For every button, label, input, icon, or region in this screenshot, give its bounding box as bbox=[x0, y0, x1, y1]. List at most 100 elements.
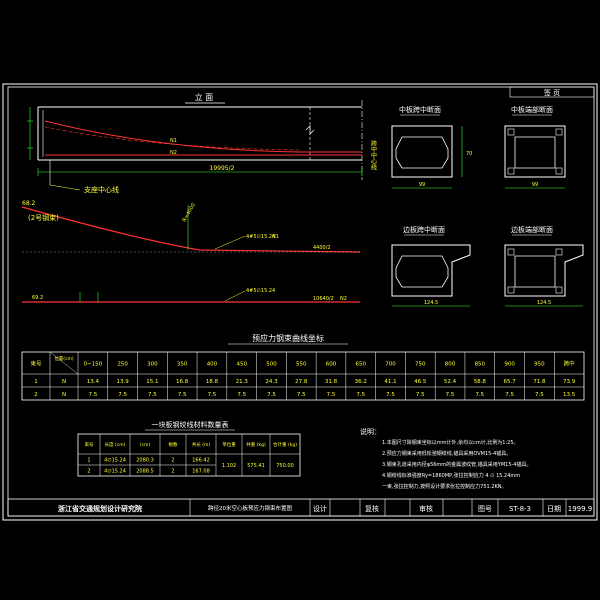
section-2-anchor-2 bbox=[555, 128, 563, 136]
coord-table-header-cell: 800 bbox=[445, 362, 456, 368]
steel-table-cell: 2080.3 bbox=[136, 458, 154, 464]
coord-table-header-cell: 400 bbox=[207, 362, 218, 368]
drawing-no: ST-8-3 bbox=[509, 505, 531, 513]
institute-name: 浙江省交通规划设计研究院 bbox=[58, 504, 142, 513]
elevation-title: 立 面 bbox=[195, 92, 214, 102]
detail1-value-3: 4#5∅15.24 bbox=[246, 234, 275, 240]
coord-table-cell: 7.5 bbox=[297, 392, 306, 398]
coord-table-header-cell: 450 bbox=[236, 362, 247, 368]
section-3-width: 124.5 bbox=[424, 300, 438, 306]
date-label: 日期 bbox=[547, 505, 561, 513]
section-1-title: 中板跨中断面 bbox=[399, 105, 441, 114]
beam-end-label: (2号钢束) bbox=[28, 213, 59, 222]
coord-table-cell: 16.8 bbox=[176, 379, 189, 385]
coord-table-header-cell: 0~150 bbox=[84, 362, 103, 368]
note-4: 4.钢绞线标准强度Ry=1860MP,张拉控制应力 4 ∅ 15.24mm bbox=[382, 472, 520, 479]
break-symbol bbox=[305, 125, 315, 135]
steel-table-header-cell: (cm) bbox=[140, 442, 151, 448]
notes-label: 说明： bbox=[360, 427, 381, 436]
section-4-void bbox=[514, 255, 556, 288]
coord-table-cell: 21.3 bbox=[236, 379, 249, 385]
section-4-anchor-4 bbox=[555, 286, 563, 294]
steel-table-header-cell: 单位重 bbox=[222, 441, 236, 448]
coord-table: 束号 0~150 250 300 350 400 450 500 550 600 650 700 750… bbox=[21, 351, 585, 401]
coord-table-cell: 13.9 bbox=[117, 379, 130, 385]
detail2-value-2: 4#5∅15.24 bbox=[246, 288, 275, 294]
steel-table-header-cell: 长度 (cm) bbox=[105, 441, 126, 448]
coord-table-cell: 7.5 bbox=[89, 392, 98, 398]
note-2: 2.预应力钢束采用低松弛钢绞线,锚具采用OVM15-4锚具。 bbox=[382, 450, 511, 457]
coord-table-header-cell: 600 bbox=[326, 362, 337, 368]
coord-table-header-cell: 900 bbox=[504, 362, 515, 368]
checked-label: 复核 bbox=[365, 504, 379, 513]
detail1-leader bbox=[214, 235, 246, 250]
coord-table-header-cell: 700 bbox=[385, 362, 396, 368]
coord-table-header-cell: 850 bbox=[475, 362, 486, 368]
designed-label: 设计 bbox=[313, 504, 327, 513]
detail1-value-2: R=4000 bbox=[182, 202, 197, 223]
section-1-height: 70 bbox=[466, 151, 472, 157]
coord-table-cell: 13.5 bbox=[563, 392, 576, 398]
elevation-cable-n2: N2 bbox=[170, 150, 177, 156]
section-1-width: 99 bbox=[419, 182, 425, 188]
note-5: 一束,张拉控制力,按照设计要求张拉控制应力751.2KN。 bbox=[382, 483, 507, 490]
coord-table-cell: 7.5 bbox=[416, 392, 425, 398]
steel-table-cell: 575.41 bbox=[247, 463, 265, 469]
coord-table-header-cell: 950 bbox=[534, 362, 545, 368]
detail2-value-1: 69.2 bbox=[32, 295, 43, 301]
coord-table-cell: 7.5 bbox=[535, 392, 544, 398]
detail2-n2: N2 bbox=[340, 296, 347, 302]
coord-table-cell: 15.1 bbox=[146, 379, 158, 385]
steel-table-cell: 2 bbox=[171, 469, 174, 475]
coord-table-header-cell: 650 bbox=[356, 362, 367, 368]
section-1-void bbox=[395, 136, 449, 169]
coord-table-title: 预应力钢束曲线坐标 bbox=[252, 333, 324, 343]
section-3-void bbox=[395, 255, 449, 288]
section-4-outline bbox=[504, 244, 584, 297]
section-4-title: 边板端部断面 bbox=[511, 225, 553, 234]
coord-table-cell: 31.8 bbox=[325, 379, 338, 385]
steel-table-cell: 2 bbox=[87, 469, 90, 475]
coord-table-cell: 2 bbox=[34, 392, 38, 398]
coord-table-cell: 7.5 bbox=[386, 392, 395, 398]
support-center-label: 支座中心线 bbox=[84, 185, 119, 194]
coord-table-cell: 7.5 bbox=[118, 392, 127, 398]
coord-table-header-cell: 250 bbox=[117, 362, 128, 368]
coord-table-header-cell: 750 bbox=[415, 362, 426, 368]
coord-table-cell: 27.8 bbox=[295, 379, 308, 385]
coord-table-cell: 73.9 bbox=[563, 379, 576, 385]
coord-table-cell: 52.4 bbox=[444, 379, 457, 385]
coord-table-header-cell: 500 bbox=[266, 362, 277, 368]
coord-table-cell: 7.5 bbox=[178, 392, 187, 398]
coord-table-cell: 7.5 bbox=[237, 392, 246, 398]
coord-table-cell: 1 bbox=[34, 379, 38, 385]
coord-table-cell: 46.5 bbox=[414, 379, 427, 385]
section-4-anchor-1 bbox=[507, 248, 515, 256]
section-4-anchor-2 bbox=[555, 248, 563, 256]
coord-table-cell: 13.4 bbox=[87, 379, 100, 385]
coord-table-cell: 7.5 bbox=[446, 392, 455, 398]
coord-table-cell: 36.2 bbox=[355, 379, 367, 385]
coord-table-cell: 18.8 bbox=[206, 379, 219, 385]
coord-table-cell: 24.3 bbox=[265, 379, 278, 385]
coord-table-cell: 7.5 bbox=[475, 392, 484, 398]
coord-table-cell: 58.8 bbox=[474, 379, 487, 385]
coord-table-diagonal bbox=[49, 351, 79, 375]
section-4-anchor-3 bbox=[507, 286, 515, 294]
coord-table-cell: N bbox=[62, 379, 66, 385]
steel-table-title: 一块板钢绞线材料数量表 bbox=[152, 420, 229, 429]
drawing-title: 跨径20米空心板预应力钢束布置图 bbox=[208, 504, 292, 512]
section-3-title: 边板跨中断面 bbox=[403, 225, 445, 234]
coord-table-cell: 41.1 bbox=[384, 379, 396, 385]
section-2-void bbox=[514, 136, 556, 169]
total-dim-value: 19995/2 bbox=[210, 165, 235, 172]
detail1-n1: N1 bbox=[272, 234, 279, 240]
coord-table-cell: 71.8 bbox=[533, 379, 546, 385]
coord-table-cell: 7.5 bbox=[327, 392, 336, 398]
steel-table-cell: 167.08 bbox=[192, 469, 210, 475]
section-2-title: 中板端部断面 bbox=[511, 105, 553, 114]
detail2-leader bbox=[224, 290, 246, 302]
steel-table: 束号 长度 (cm) (cm) 根数 共长 (m) 单位重 共重 (kg) 合计重 (kg) 1… bbox=[77, 433, 301, 477]
steel-table-cell: 4∅15.24 bbox=[104, 458, 126, 464]
corner-label: 签 页 bbox=[544, 88, 560, 97]
